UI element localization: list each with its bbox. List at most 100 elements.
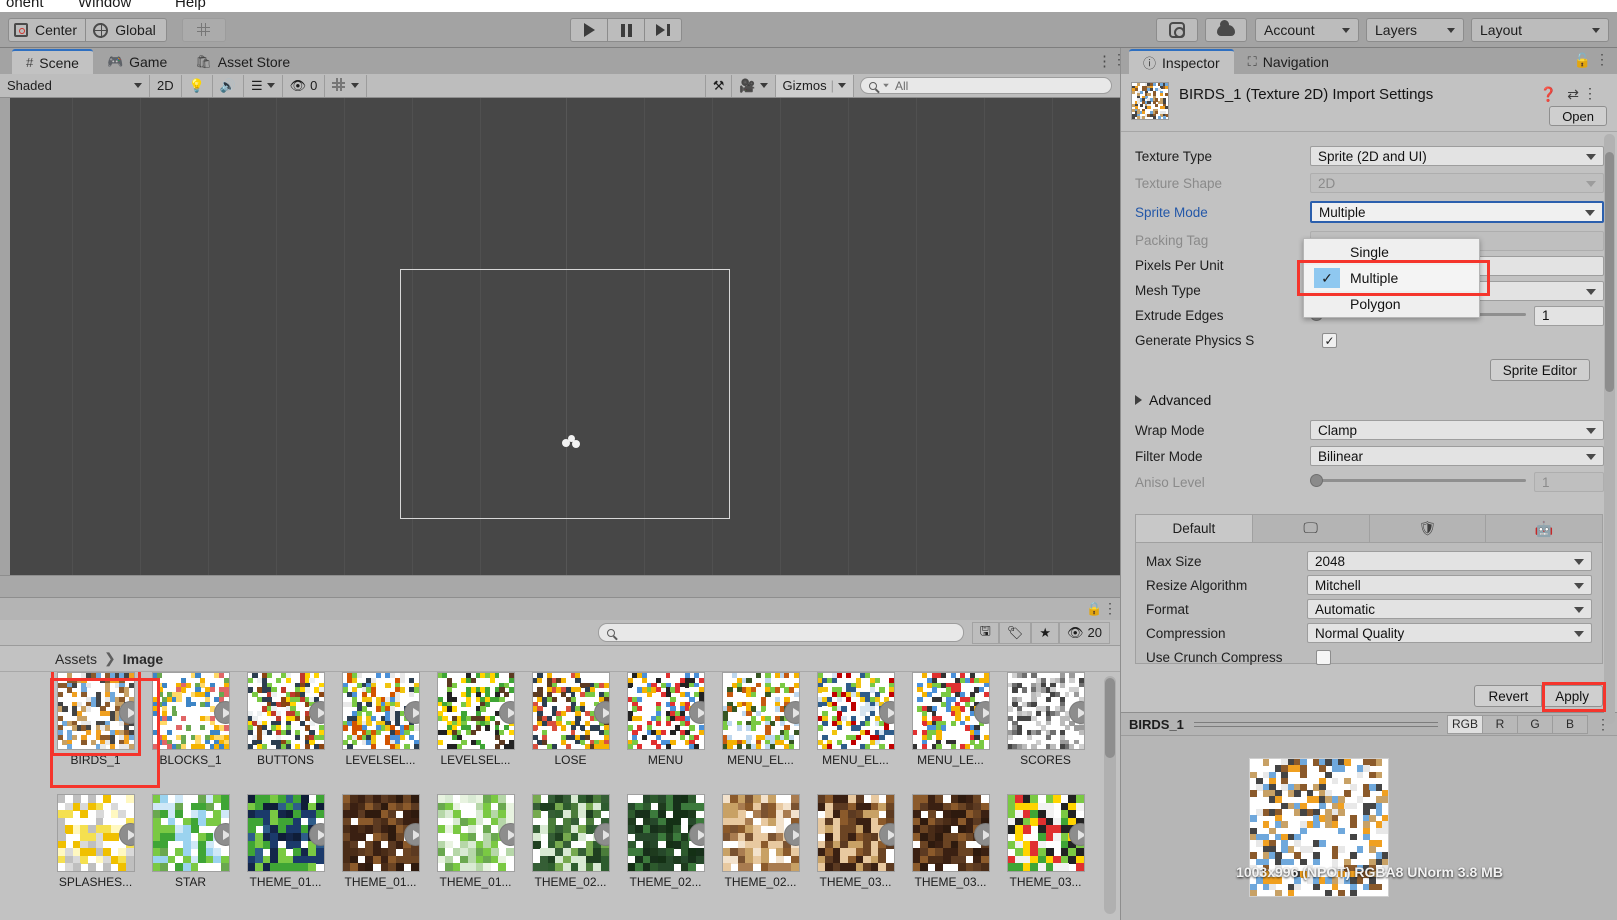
- tab-inspector[interactable]: ⓘ Inspector: [1129, 49, 1234, 74]
- asset-item[interactable]: LOSE: [523, 672, 618, 767]
- draw-mode-dropdown[interactable]: Shaded: [0, 74, 150, 97]
- sprite-mode-dropdown[interactable]: Multiple: [1310, 201, 1604, 223]
- generate-physics-checkbox[interactable]: ✓: [1322, 333, 1337, 348]
- asset-item[interactable]: MENU: [618, 672, 713, 767]
- expand-arrow-icon[interactable]: [973, 823, 989, 846]
- revert-button[interactable]: Revert: [1474, 685, 1543, 707]
- preset-icon[interactable]: ⇄: [1567, 86, 1579, 103]
- asset-item[interactable]: SPLASHES...: [48, 794, 143, 889]
- play-button[interactable]: [570, 18, 608, 42]
- project-search-input[interactable]: [597, 623, 964, 642]
- dock-kebab-icon[interactable]: ⋮: [1112, 51, 1126, 68]
- pause-button[interactable]: [607, 18, 645, 42]
- asset-item[interactable]: THEME_03...: [998, 794, 1093, 889]
- project-label-filter-button[interactable]: 🏷: [998, 621, 1032, 644]
- collab-button[interactable]: [1156, 18, 1198, 42]
- texture-shape-dropdown[interactable]: 2D: [1310, 173, 1604, 193]
- platform-tab-webgl[interactable]: 🛡: [1369, 515, 1487, 542]
- pivot-mode-button[interactable]: Center: [8, 18, 86, 42]
- wrap-mode-dropdown[interactable]: Clamp: [1310, 420, 1604, 440]
- aniso-level-value[interactable]: 1: [1534, 472, 1604, 492]
- platform-tab-android[interactable]: 🤖: [1486, 515, 1602, 542]
- texture-type-dropdown[interactable]: Sprite (2D and UI): [1310, 146, 1604, 166]
- advanced-foldout[interactable]: Advanced: [1135, 387, 1604, 413]
- scene-camera-dropdown[interactable]: 🎥: [732, 74, 776, 97]
- asset-item[interactable]: SCORES: [998, 672, 1093, 767]
- option-multiple[interactable]: ✓ Multiple: [1304, 265, 1479, 291]
- breadcrumb-image[interactable]: Image: [123, 651, 163, 667]
- lock-icon[interactable]: 🔓: [1574, 52, 1591, 69]
- project-save-filter-button[interactable]: 🖫: [971, 621, 999, 644]
- asset-item[interactable]: BUTTONS: [238, 672, 333, 767]
- tab-asset-store[interactable]: 🛍 Asset Store: [181, 49, 305, 74]
- asset-item[interactable]: LEVELSEL...: [333, 672, 428, 767]
- cloud-button[interactable]: [1205, 18, 1247, 42]
- menu-item-window[interactable]: Window: [78, 0, 131, 11]
- sprite-editor-button[interactable]: Sprite Editor: [1489, 359, 1590, 381]
- expand-arrow-icon[interactable]: [688, 823, 704, 846]
- tab-navigation[interactable]: ⛶ Navigation: [1233, 49, 1343, 74]
- project-lock-icon[interactable]: 🔒: [1086, 601, 1102, 617]
- gizmos-dropdown[interactable]: Gizmos |: [775, 74, 854, 97]
- asset-item[interactable]: THEME_02...: [523, 794, 618, 889]
- scene-viewport[interactable]: [10, 98, 1120, 575]
- project-scrollbar[interactable]: [1104, 676, 1116, 914]
- max-size-dropdown[interactable]: 2048: [1307, 551, 1592, 571]
- asset-item[interactable]: THEME_02...: [713, 794, 808, 889]
- layout-dropdown[interactable]: Layout: [1471, 18, 1609, 42]
- option-polygon[interactable]: Polygon: [1304, 291, 1479, 317]
- sprite-mode-options-popup[interactable]: Single ✓ Multiple Polygon: [1303, 238, 1480, 318]
- aniso-level-slider[interactable]: [1310, 474, 1526, 487]
- scene-lighting-button[interactable]: 💡: [181, 74, 213, 97]
- asset-item[interactable]: THEME_03...: [808, 794, 903, 889]
- platform-tab-standalone[interactable]: 🖵: [1252, 515, 1370, 542]
- compression-dropdown[interactable]: Normal Quality: [1307, 623, 1592, 643]
- option-single[interactable]: Single: [1304, 239, 1479, 265]
- asset-item[interactable]: MENU_EL...: [713, 672, 808, 767]
- filter-mode-dropdown[interactable]: Bilinear: [1310, 446, 1604, 466]
- asset-item[interactable]: MENU_EL...: [808, 672, 903, 767]
- scene-grid-dropdown[interactable]: [325, 74, 368, 97]
- step-button[interactable]: [644, 18, 682, 42]
- asset-grid[interactable]: BIRDS_1 BLOCKS_1 BUTTONS LEVELSEL... LEVELSE…: [48, 672, 1106, 920]
- inspector-scrollbar[interactable]: [1604, 134, 1615, 724]
- scene-kebab-icon[interactable]: ⋮: [1097, 52, 1112, 70]
- format-dropdown[interactable]: Automatic: [1307, 599, 1592, 619]
- breadcrumb-assets[interactable]: Assets: [55, 651, 97, 667]
- menu-bar[interactable]: onent Window Help: [0, 0, 1617, 12]
- asset-item[interactable]: STAR: [143, 794, 238, 889]
- platform-tab-default[interactable]: Default: [1136, 515, 1253, 542]
- project-favorite-filter-button[interactable]: ★: [1031, 621, 1060, 644]
- preview-channel-r[interactable]: R: [1482, 714, 1518, 734]
- resize-algorithm-dropdown[interactable]: Mitchell: [1307, 575, 1592, 595]
- open-button[interactable]: Open: [1549, 106, 1607, 126]
- preview-channel-b[interactable]: B: [1552, 714, 1588, 734]
- menu-item-help[interactable]: Help: [175, 0, 206, 11]
- asset-item[interactable]: BLOCKS_1: [143, 672, 238, 767]
- handle-rotation-button[interactable]: Global: [85, 18, 167, 42]
- account-dropdown[interactable]: Account: [1255, 18, 1359, 42]
- help-icon[interactable]: ❓: [1540, 86, 1557, 103]
- scene-search-input[interactable]: All: [860, 77, 1112, 94]
- crunch-checkbox[interactable]: [1316, 649, 1331, 665]
- expand-arrow-icon[interactable]: [118, 823, 134, 846]
- expand-arrow-icon[interactable]: [688, 701, 704, 724]
- kebab-menu-icon[interactable]: ⋮: [1595, 51, 1609, 68]
- asset-item[interactable]: THEME_01...: [238, 794, 333, 889]
- extrude-edges-value[interactable]: 1: [1534, 305, 1604, 326]
- expand-arrow-icon[interactable]: [498, 701, 514, 724]
- toggle-2d-button[interactable]: 2D: [150, 74, 182, 97]
- asset-item[interactable]: THEME_01...: [428, 794, 523, 889]
- project-visibility-button[interactable]: 👁 20: [1059, 621, 1110, 644]
- kebab-menu-icon[interactable]: ⋮: [1583, 85, 1597, 102]
- asset-item[interactable]: THEME_02...: [618, 794, 713, 889]
- apply-button[interactable]: Apply: [1541, 685, 1603, 707]
- scene-tools-button[interactable]: ⚒: [704, 74, 733, 97]
- menu-item-component[interactable]: onent: [6, 0, 44, 11]
- project-kebab-icon[interactable]: ⋮: [1103, 600, 1117, 617]
- asset-item[interactable]: THEME_03...: [903, 794, 998, 889]
- asset-item[interactable]: MENU_LE...: [903, 672, 998, 767]
- asset-item[interactable]: LEVELSEL...: [428, 672, 523, 767]
- layers-dropdown[interactable]: Layers: [1366, 18, 1464, 42]
- scene-audio-button[interactable]: 🔊: [212, 74, 244, 97]
